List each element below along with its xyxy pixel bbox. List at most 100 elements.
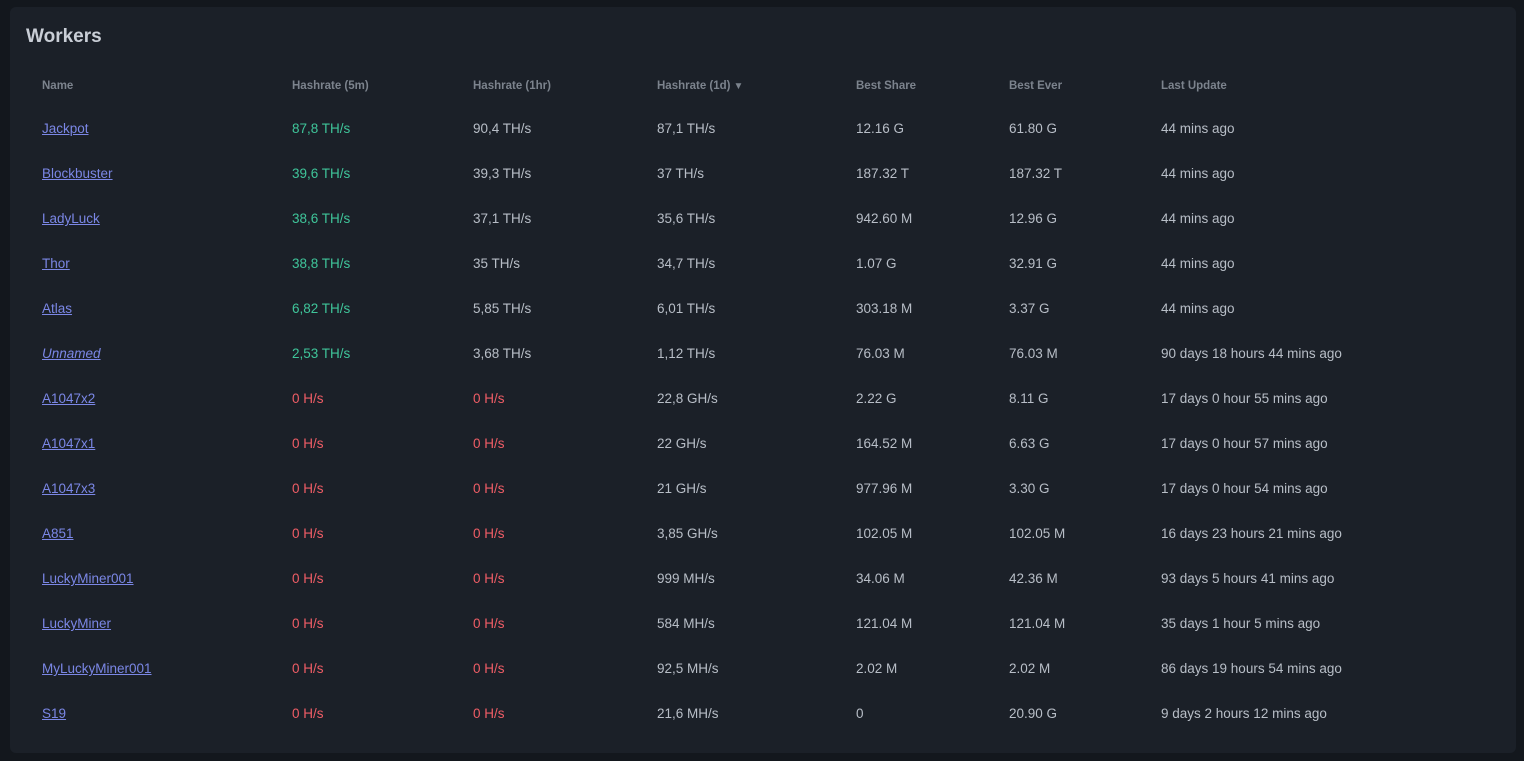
worker-name-link[interactable]: LuckyMiner bbox=[42, 616, 111, 631]
hashrate-1d-cell: 22,8 GH/s bbox=[657, 391, 718, 406]
last-update-cell: 44 mins ago bbox=[1161, 211, 1235, 226]
hashrate-1hr-cell: 0 H/s bbox=[473, 706, 505, 721]
hashrate-1d-cell: 22 GH/s bbox=[657, 436, 707, 451]
best-ever-cell: 102.05 M bbox=[1009, 526, 1066, 541]
workers-table: Name Hashrate (5m) Hashrate (1hr) Hashra… bbox=[26, 66, 1506, 736]
hashrate-1d-cell: 92,5 MH/s bbox=[657, 661, 719, 676]
worker-name-link[interactable]: Blockbuster bbox=[42, 166, 113, 181]
hashrate-1hr-cell: 3,68 TH/s bbox=[473, 346, 532, 361]
col-header-best-ever[interactable]: Best Ever bbox=[993, 66, 1145, 106]
last-update-cell: 44 mins ago bbox=[1161, 166, 1235, 181]
hashrate-1hr-cell: 0 H/s bbox=[473, 526, 505, 541]
last-update-cell: 93 days 5 hours 41 mins ago bbox=[1161, 571, 1335, 586]
workers-card: Workers Name Hashrate (5m) Hashrate (1hr… bbox=[10, 7, 1516, 753]
worker-name-link[interactable]: A851 bbox=[42, 526, 74, 541]
hashrate-5m-cell: 0 H/s bbox=[292, 436, 324, 451]
col-header-hashrate-1hr[interactable]: Hashrate (1hr) bbox=[457, 66, 641, 106]
worker-name-link[interactable]: A1047x1 bbox=[42, 436, 95, 451]
worker-name-cell: S19 bbox=[26, 691, 276, 736]
hashrate-5m-cell: 0 H/s bbox=[292, 526, 324, 541]
worker-name-cell: LadyLuck bbox=[26, 196, 276, 241]
worker-name-link[interactable]: Atlas bbox=[42, 301, 72, 316]
worker-name-cell: LuckyMiner001 bbox=[26, 556, 276, 601]
col-header-name[interactable]: Name bbox=[26, 66, 276, 106]
best-ever-cell: 20.90 G bbox=[1009, 706, 1058, 721]
best-share-cell: 2.22 G bbox=[856, 391, 897, 406]
hashrate-1hr-cell: 0 H/s bbox=[473, 616, 505, 631]
last-update-cell: 17 days 0 hour 55 mins ago bbox=[1161, 391, 1328, 406]
best-share-cell: 121.04 M bbox=[856, 616, 913, 631]
hashrate-1hr-cell: 37,1 TH/s bbox=[473, 211, 532, 226]
table-row: Atlas 6,82 TH/s 5,85 TH/s 6,01 TH/s 303.18 M… bbox=[26, 286, 1506, 331]
worker-name-link[interactable]: S19 bbox=[42, 706, 66, 721]
table-row: MyLuckyMiner001 0 H/s 0 H/s 92,5 MH/s 2.02 M… bbox=[26, 646, 1506, 691]
col-header-hashrate-1d-label: Hashrate (1d) bbox=[657, 80, 731, 92]
card-title: Workers bbox=[26, 26, 102, 47]
last-update-cell: 90 days 18 hours 44 mins ago bbox=[1161, 346, 1342, 361]
best-ever-cell: 42.36 M bbox=[1009, 571, 1058, 586]
worker-name-cell: MyLuckyMiner001 bbox=[26, 646, 276, 691]
table-row: LadyLuck 38,6 TH/s 37,1 TH/s 35,6 TH/s 942.6… bbox=[26, 196, 1506, 241]
best-ever-cell: 8.11 G bbox=[1009, 391, 1049, 406]
col-header-last-update[interactable]: Last Update bbox=[1145, 66, 1506, 106]
last-update-cell: 9 days 2 hours 12 mins ago bbox=[1161, 706, 1327, 721]
worker-name-link[interactable]: MyLuckyMiner001 bbox=[42, 661, 152, 676]
hashrate-5m-cell: 0 H/s bbox=[292, 481, 324, 496]
last-update-cell: 44 mins ago bbox=[1161, 301, 1235, 316]
worker-name-cell: A851 bbox=[26, 511, 276, 556]
last-update-cell: 86 days 19 hours 54 mins ago bbox=[1161, 661, 1342, 676]
worker-name-cell: Thor bbox=[26, 241, 276, 286]
workers-table-body: Jackpot 87,8 TH/s 90,4 TH/s 87,1 TH/s 12.16 … bbox=[26, 106, 1506, 736]
hashrate-1hr-cell: 0 H/s bbox=[473, 391, 505, 406]
worker-name-link[interactable]: LadyLuck bbox=[42, 211, 100, 226]
best-share-cell: 303.18 M bbox=[856, 301, 913, 316]
worker-name-cell: A1047x1 bbox=[26, 421, 276, 466]
worker-name-cell: A1047x2 bbox=[26, 376, 276, 421]
hashrate-5m-cell: 0 H/s bbox=[292, 706, 324, 721]
hashrate-1hr-cell: 5,85 TH/s bbox=[473, 301, 532, 316]
best-share-cell: 164.52 M bbox=[856, 436, 913, 451]
worker-name-link[interactable]: Unnamed bbox=[42, 346, 101, 361]
best-ever-cell: 76.03 M bbox=[1009, 346, 1058, 361]
hashrate-1d-cell: 35,6 TH/s bbox=[657, 211, 716, 226]
table-row: Thor 38,8 TH/s 35 TH/s 34,7 TH/s 1.07 G 32.91… bbox=[26, 241, 1506, 286]
sort-desc-icon: ▼ bbox=[733, 81, 744, 92]
last-update-cell: 44 mins ago bbox=[1161, 256, 1235, 271]
hashrate-5m-cell: 38,8 TH/s bbox=[292, 256, 351, 271]
worker-name-link[interactable]: Thor bbox=[42, 256, 70, 271]
worker-name-link[interactable]: Jackpot bbox=[42, 121, 89, 136]
last-update-cell: 17 days 0 hour 57 mins ago bbox=[1161, 436, 1328, 451]
hashrate-1d-cell: 584 MH/s bbox=[657, 616, 715, 631]
hashrate-1d-cell: 21 GH/s bbox=[657, 481, 707, 496]
worker-name-link[interactable]: A1047x2 bbox=[42, 391, 95, 406]
hashrate-1d-cell: 6,01 TH/s bbox=[657, 301, 716, 316]
best-share-cell: 34.06 M bbox=[856, 571, 905, 586]
worker-name-cell: A1047x3 bbox=[26, 466, 276, 511]
last-update-cell: 17 days 0 hour 54 mins ago bbox=[1161, 481, 1328, 496]
hashrate-5m-cell: 0 H/s bbox=[292, 661, 324, 676]
best-share-cell: 12.16 G bbox=[856, 121, 905, 136]
table-row: S19 0 H/s 0 H/s 21,6 MH/s 0 20.90 G 9 days 2 h… bbox=[26, 691, 1506, 736]
best-share-cell: 0 bbox=[856, 706, 864, 721]
best-share-cell: 977.96 M bbox=[856, 481, 913, 496]
worker-name-cell: Jackpot bbox=[26, 106, 276, 151]
last-update-cell: 35 days 1 hour 5 mins ago bbox=[1161, 616, 1321, 631]
col-header-best-share[interactable]: Best Share bbox=[840, 66, 993, 106]
hashrate-5m-cell: 39,6 TH/s bbox=[292, 166, 351, 181]
best-ever-cell: 32.91 G bbox=[1009, 256, 1058, 271]
hashrate-5m-cell: 6,82 TH/s bbox=[292, 301, 351, 316]
worker-name-cell: Blockbuster bbox=[26, 151, 276, 196]
hashrate-1hr-cell: 39,3 TH/s bbox=[473, 166, 532, 181]
col-header-hashrate-1d[interactable]: Hashrate (1d) ▼ bbox=[641, 66, 840, 106]
table-row: A1047x3 0 H/s 0 H/s 21 GH/s 977.96 M 3.30 G 17… bbox=[26, 466, 1506, 511]
col-header-hashrate-5m[interactable]: Hashrate (5m) bbox=[276, 66, 457, 106]
best-ever-cell: 187.32 T bbox=[1009, 166, 1063, 181]
hashrate-1hr-cell: 0 H/s bbox=[473, 481, 505, 496]
table-row: LuckyMiner001 0 H/s 0 H/s 999 MH/s 34.06 M 42… bbox=[26, 556, 1506, 601]
hashrate-5m-cell: 2,53 TH/s bbox=[292, 346, 351, 361]
hashrate-1hr-cell: 0 H/s bbox=[473, 436, 505, 451]
worker-name-link[interactable]: A1047x3 bbox=[42, 481, 95, 496]
table-row: A851 0 H/s 0 H/s 3,85 GH/s 102.05 M 102.05 M 1… bbox=[26, 511, 1506, 556]
worker-name-link[interactable]: LuckyMiner001 bbox=[42, 571, 134, 586]
best-ever-cell: 61.80 G bbox=[1009, 121, 1058, 136]
